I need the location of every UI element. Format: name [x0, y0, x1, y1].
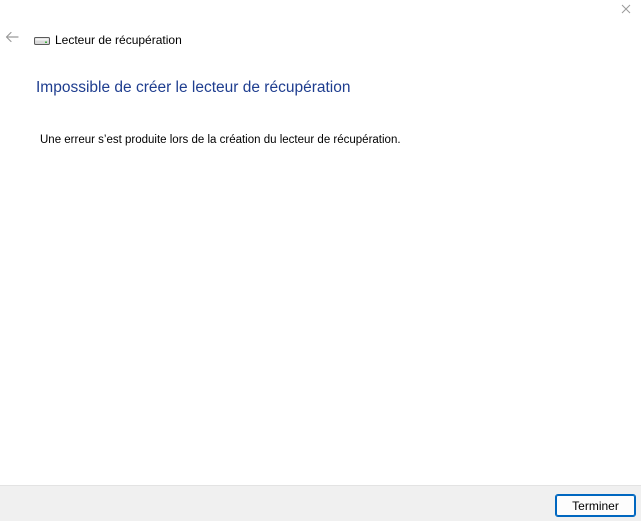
error-message: Une erreur s’est produite lors de la cré… — [40, 134, 401, 146]
close-icon — [621, 1, 631, 19]
close-button[interactable] — [611, 0, 641, 20]
finish-button[interactable]: Terminer — [555, 494, 636, 517]
recovery-drive-window: Lecteur de récupération Impossible de cr… — [0, 0, 641, 521]
drive-icon — [34, 34, 50, 46]
window-title: Lecteur de récupération — [55, 33, 182, 47]
window-title-bar: Lecteur de récupération — [34, 31, 182, 49]
footer-bar — [0, 485, 641, 521]
back-arrow-icon — [5, 30, 19, 48]
page-heading: Impossible de créer le lecteur de récupé… — [36, 79, 351, 96]
back-button[interactable] — [4, 30, 20, 48]
